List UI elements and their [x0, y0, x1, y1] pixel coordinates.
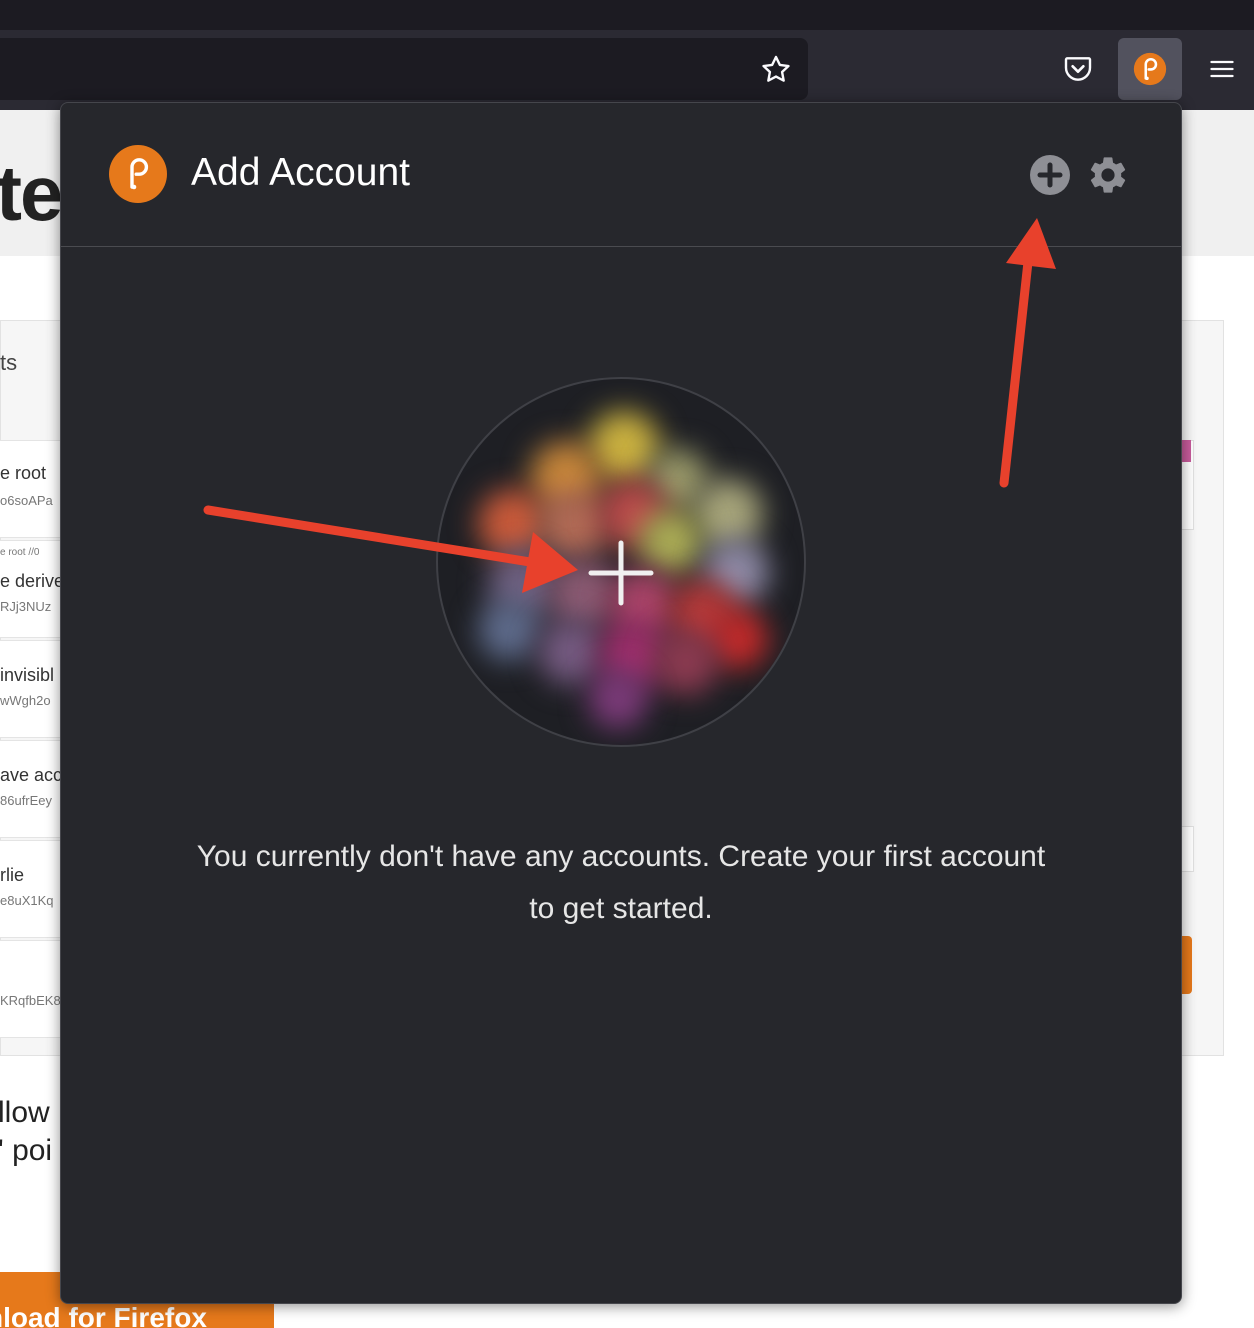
accounts-panel-heading: ts: [0, 350, 18, 375]
account-name: invisibl: [0, 665, 55, 685]
polkadot-extension-icon: [1133, 52, 1167, 86]
bookmark-star-button[interactable]: [752, 48, 800, 92]
popup-header: Add Account: [61, 103, 1181, 247]
account-address: RJj3NUz: [0, 599, 52, 614]
settings-button[interactable]: [1086, 153, 1130, 197]
pocket-icon: [1064, 57, 1092, 81]
account-name: rlie: [0, 865, 25, 885]
star-icon: [762, 55, 790, 82]
account-name: e derive: [0, 571, 65, 591]
app-menu-button[interactable]: [1190, 38, 1254, 100]
account-name: ave acc: [0, 765, 63, 785]
input-field-edge: [1180, 826, 1194, 872]
address-bar[interactable]: [0, 38, 808, 100]
account-address: KRqfbEK8: [0, 993, 61, 1008]
account-name: e root: [0, 463, 47, 483]
account-address: wWgh2o: [0, 693, 51, 708]
page-title: Add Account: [191, 151, 410, 194]
account-address: e8uX1Kq: [0, 893, 54, 908]
browser-tab-strip: [0, 0, 1254, 30]
plus-icon: [588, 540, 654, 606]
account-identicon-edge: [1182, 440, 1191, 462]
pocket-button[interactable]: [1046, 38, 1110, 100]
hamburger-menu-icon: [1210, 60, 1234, 78]
polkadot-extension-button[interactable]: [1118, 38, 1182, 100]
empty-state-message: You currently don't have any accounts. C…: [196, 840, 1046, 925]
account-address: 86ufrEey: [0, 793, 53, 808]
create-account-button[interactable]: [579, 531, 663, 615]
gear-icon: [1090, 157, 1126, 193]
download-button-label: nload for Firefox: [0, 1302, 207, 1328]
page-text-line: ' poi: [0, 1134, 53, 1167]
account-address: o6soAPa: [0, 493, 53, 508]
plus-circle-icon: [1030, 155, 1070, 195]
page-text-line: llow: [0, 1096, 50, 1129]
extension-popup: Add Account You currently don't have any…: [60, 102, 1182, 1304]
account-derivation-path: e root //0: [0, 547, 40, 558]
add-account-button[interactable]: [1028, 153, 1072, 197]
polkadot-logo-icon: [109, 145, 167, 203]
